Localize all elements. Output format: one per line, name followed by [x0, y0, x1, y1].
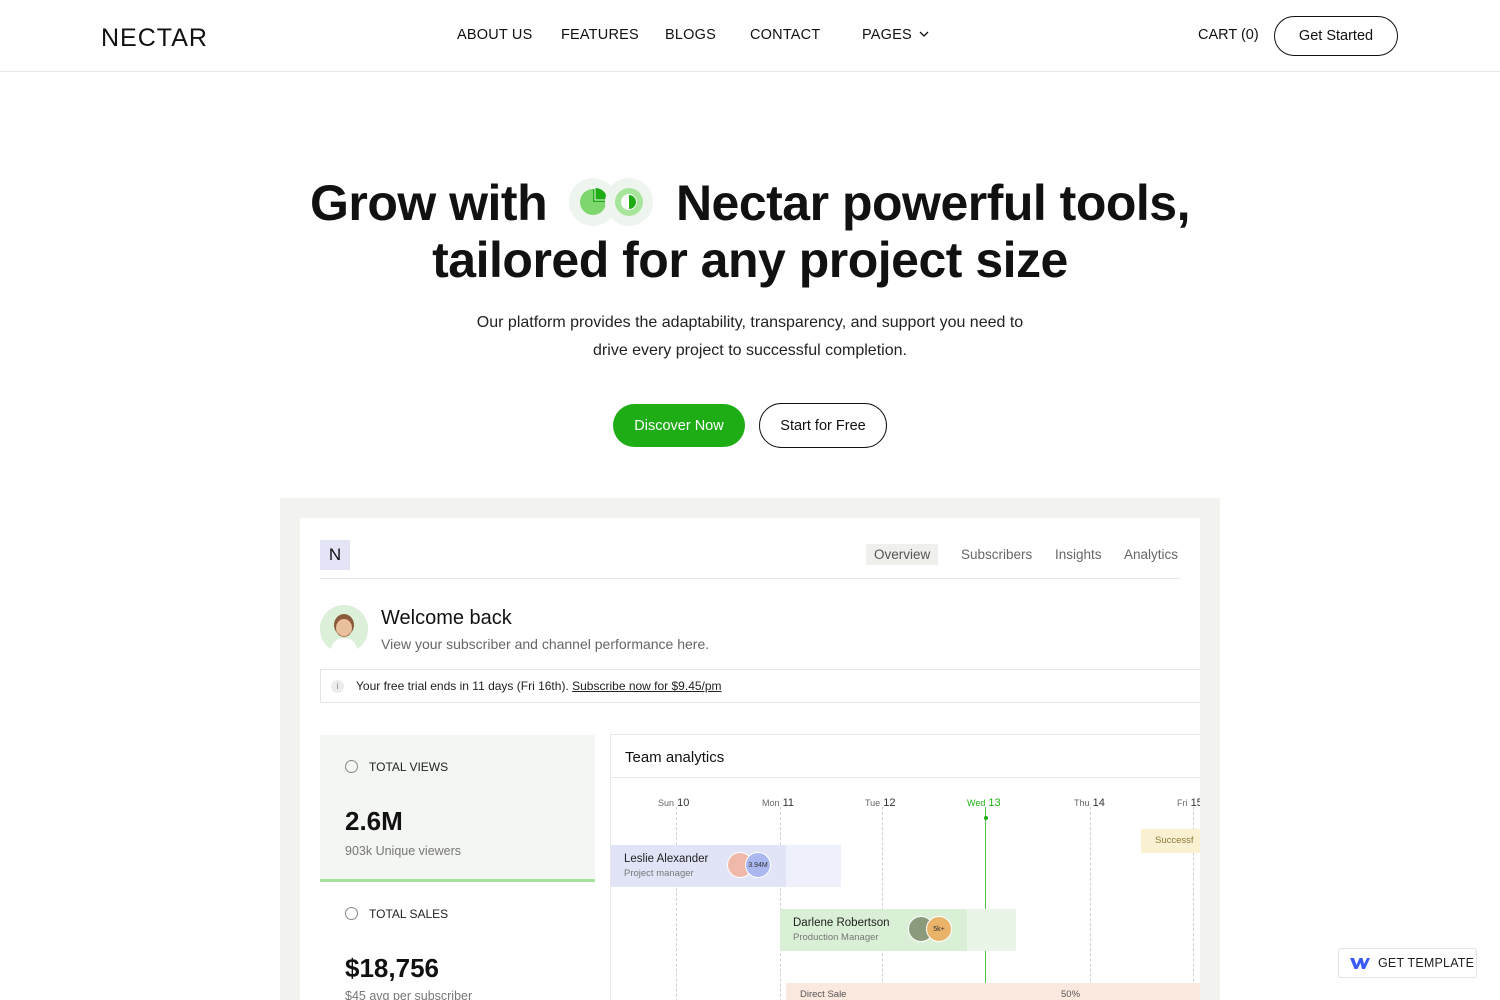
nav-pages[interactable]: PAGES — [862, 27, 912, 43]
dollar-circle-icon — [345, 907, 358, 920]
get-template-button[interactable]: GET TEMPLATE — [1338, 948, 1477, 978]
welcome-subtitle: View your subscriber and channel perform… — [381, 636, 710, 652]
timeline-row[interactable]: Leslie Alexander Project manager 3.94M — [611, 845, 841, 887]
subscribe-link[interactable]: Subscribe now for $9.45/pm — [572, 679, 721, 693]
direct-sale-percent: 50% — [1061, 989, 1081, 1000]
team-analytics-title: Team analytics — [625, 749, 725, 766]
day-tue: Tue 12 — [865, 797, 896, 809]
dashboard-preview: N Overview Subscribers Insights Analytic… — [300, 518, 1200, 1000]
nav-features[interactable]: FEATURES — [561, 27, 639, 43]
welcome-title: Welcome back — [381, 607, 512, 629]
direct-sale-label: Direct Sale — [800, 989, 847, 1000]
hero-badge-icons — [568, 177, 655, 228]
nav-blogs[interactable]: BLOGS — [665, 27, 716, 43]
site-header: NECTAR ABOUT US FEATURES BLOGS CONTACT P… — [0, 0, 1500, 72]
trial-text: Your free trial ends in 11 days (Fri 16t… — [356, 679, 722, 693]
hero-title-line-1: Grow with Nectar powerful tools, — [0, 170, 1500, 232]
dashboard-logo: N — [320, 540, 350, 570]
grid-line — [882, 807, 883, 1000]
trial-message: Your free trial ends in 11 days (Fri 16t… — [356, 679, 569, 693]
webflow-icon — [1350, 958, 1370, 969]
progress-circle-icon — [604, 177, 653, 226]
get-started-button[interactable]: Get Started — [1274, 16, 1398, 56]
timeline-row[interactable]: Direct Sale 50% — [786, 983, 1200, 1000]
member-badge: 5k+ — [926, 916, 952, 942]
member-name: Darlene Robertson — [793, 917, 890, 929]
cart-link[interactable]: CART (0) — [1198, 27, 1259, 43]
nav-contact[interactable]: CONTACT — [750, 27, 820, 43]
day-wed: Wed 13 — [967, 797, 1001, 809]
tab-analytics[interactable]: Analytics — [1124, 547, 1178, 562]
member-badge: 3.94M — [745, 852, 771, 878]
total-sales-label: TOTAL SALES — [369, 907, 449, 921]
info-icon: i — [331, 680, 344, 693]
member-role: Project manager — [624, 868, 694, 879]
success-bar: Successf — [1141, 829, 1200, 853]
get-template-label: GET TEMPLATE — [1378, 956, 1475, 970]
tab-insights[interactable]: Insights — [1055, 547, 1102, 562]
grid-line — [676, 807, 677, 1000]
grid-line — [780, 807, 781, 1000]
day-sun: Sun 10 — [658, 797, 690, 809]
day-fri: Fri 15 — [1177, 797, 1200, 809]
start-for-free-button[interactable]: Start for Free — [759, 403, 887, 448]
timeline-row[interactable]: Darlene Robertson Production Manager 5k+ — [780, 909, 1016, 951]
grid-line — [1090, 807, 1091, 1000]
total-views-sub: 903k Unique viewers — [345, 844, 462, 858]
hero-title-part-1: Grow with — [309, 174, 548, 231]
chevron-down-icon[interactable] — [918, 28, 930, 40]
team-analytics-panel: Team analytics Sun 10 Mon 11 Tue 12 Wed … — [610, 734, 1200, 1000]
hero-subtitle-line-1: Our platform provides the adaptability, … — [476, 314, 1024, 331]
tab-overview[interactable]: Overview — [866, 544, 939, 565]
total-sales-value: $18,756 — [345, 953, 439, 983]
total-views-value: 2.6M — [345, 806, 403, 836]
team-divider — [611, 777, 1200, 778]
user-avatar — [320, 605, 368, 653]
total-views-label: TOTAL VIEWS — [369, 760, 449, 774]
day-mon: Mon 11 — [762, 797, 794, 809]
user-circle-icon — [345, 760, 358, 773]
total-sales-card: TOTAL SALES $18,756 $45 avg per subscrib… — [320, 882, 595, 1000]
member-role: Production Manager — [793, 932, 879, 943]
total-sales-sub: $45 avg per subscriber — [345, 989, 473, 1000]
nav-about-us[interactable]: ABOUT US — [457, 27, 532, 43]
today-line — [985, 807, 986, 1000]
hero-title-part-2: Nectar powerful tools, — [675, 174, 1191, 231]
hero-subtitle-line-2: drive every project to successful comple… — [593, 342, 907, 359]
nectar-logo[interactable]: NECTAR — [101, 24, 208, 53]
total-views-card: TOTAL VIEWS 2.6M 903k Unique viewers — [320, 735, 595, 882]
member-name: Leslie Alexander — [624, 853, 709, 865]
dashboard-divider — [320, 578, 1180, 579]
discover-now-button[interactable]: Discover Now — [613, 404, 745, 447]
hero-title-line-2: tailored for any project size — [432, 232, 1068, 288]
trial-banner: i Your free trial ends in 11 days (Fri 1… — [320, 669, 1200, 703]
tab-subscribers[interactable]: Subscribers — [961, 547, 1032, 562]
success-label: Successf — [1155, 835, 1194, 846]
today-marker — [984, 816, 988, 820]
